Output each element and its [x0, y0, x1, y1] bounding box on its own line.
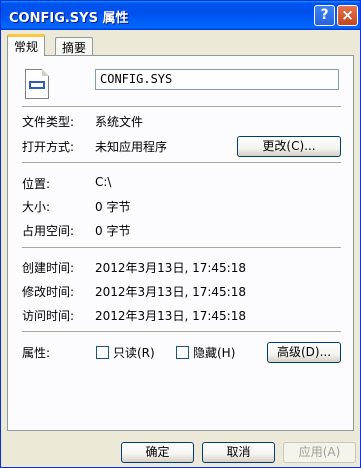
- location-label: 位置:: [22, 177, 51, 191]
- location-value: C:\: [95, 175, 112, 189]
- file-type-label: 文件类型:: [22, 115, 75, 129]
- apply-button[interactable]: 应用(A): [283, 442, 356, 463]
- file-type-value: 系统文件: [95, 115, 144, 129]
- title-bar[interactable]: CONFIG.SYS 属性 ? ×: [1, 1, 360, 30]
- modified-label: 修改时间:: [22, 285, 75, 299]
- attributes-label: 属性:: [22, 346, 51, 360]
- divider: [22, 162, 341, 163]
- hidden-label[interactable]: 隐藏(H): [193, 344, 235, 361]
- opens-with-value: 未知应用程序: [95, 140, 168, 154]
- cancel-button[interactable]: 取消: [202, 442, 275, 463]
- help-button[interactable]: ?: [314, 5, 335, 26]
- readonly-checkbox[interactable]: [96, 346, 109, 359]
- tab-strip: 常规 摘要: [7, 34, 357, 56]
- divider: [22, 247, 341, 248]
- window-title: CONFIG.SYS 属性: [9, 11, 129, 26]
- size-label: 大小:: [22, 200, 51, 214]
- readonly-label[interactable]: 只读(R): [113, 344, 155, 361]
- modified-value: 2012年3月13日, 17:45:18: [95, 285, 246, 299]
- properties-dialog: CONFIG.SYS 属性 ? × 常规 摘要 CONFIG.SYS 文件类型:…: [0, 0, 361, 468]
- divider: [22, 331, 341, 332]
- close-button[interactable]: ×: [337, 5, 358, 26]
- created-value: 2012年3月13日, 17:45:18: [95, 261, 246, 275]
- advanced-button[interactable]: 高级(D)...: [267, 342, 341, 363]
- size-value: 0 字节: [95, 200, 131, 214]
- accessed-label: 访问时间:: [22, 309, 75, 323]
- tab-general[interactable]: 常规: [7, 34, 46, 56]
- size-on-disk-label: 占用空间:: [22, 224, 75, 238]
- file-name-field[interactable]: CONFIG.SYS: [95, 69, 339, 90]
- created-label: 创建时间:: [22, 261, 75, 275]
- hidden-checkbox[interactable]: [176, 346, 189, 359]
- ok-button[interactable]: 确定: [121, 442, 194, 463]
- change-button[interactable]: 更改(C)...: [237, 136, 341, 157]
- opens-with-label: 打开方式:: [22, 140, 75, 154]
- tab-summary[interactable]: 摘要: [55, 37, 94, 55]
- accessed-value: 2012年3月13日, 17:45:18: [95, 309, 246, 323]
- divider: [22, 106, 341, 107]
- size-on-disk-value: 0 字节: [95, 224, 131, 238]
- system-file-icon: [25, 69, 49, 99]
- tab-panel-general: [7, 55, 354, 431]
